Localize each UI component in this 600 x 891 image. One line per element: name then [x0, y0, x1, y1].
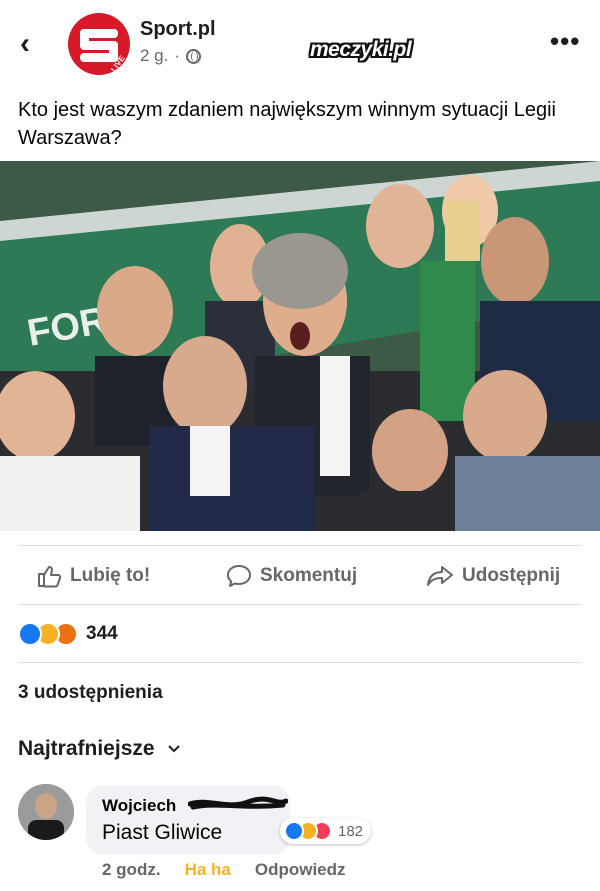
divider [18, 545, 582, 546]
redacted-name-scribble [188, 796, 288, 810]
comment-meta: 2 godz. Ha ha Odpowiedz [102, 860, 346, 880]
divider [18, 604, 582, 605]
comment-author[interactable]: Wojciech [102, 796, 176, 816]
comment-text: Piast Gliwice [102, 821, 223, 844]
back-arrow-icon[interactable]: ‹ [20, 24, 50, 64]
comment-label: Skomentuj [260, 565, 358, 586]
divider [18, 662, 582, 663]
chevron-down-icon [167, 745, 180, 753]
sort-label: Najtrafniejsze [18, 737, 155, 760]
share-label: Udostępnij [462, 565, 561, 586]
sport-logo-icon: LIVE [80, 29, 127, 74]
share-arrow-icon [427, 566, 453, 586]
post-meta: 2 g. · [140, 46, 202, 66]
post-time[interactable]: 2 g. [140, 46, 168, 66]
shares-count[interactable]: 3 udostępnienia [18, 682, 163, 704]
comment-button[interactable]: Skomentuj [226, 556, 357, 596]
comment-bubble-icon [227, 565, 251, 587]
post-actions-bar: Lubię to! Skomentuj Udostępnij [0, 556, 600, 596]
commenter-avatar[interactable] [18, 784, 74, 840]
comment-reaction-count: 182 [338, 822, 364, 840]
page-name-link[interactable]: Sport.pl [140, 18, 216, 41]
share-button[interactable]: Udostępnij [426, 556, 560, 596]
comments-sort-dropdown[interactable]: Najtrafniejsze [18, 737, 181, 761]
post-header: ‹ LIVE Sport.pl 2 g. · meczyki.pl ••• [0, 0, 600, 90]
watermark: meczyki.pl [310, 38, 412, 61]
thumbs-up-icon [38, 566, 62, 588]
post-text: Kto jest waszym zdaniem największym winn… [18, 99, 556, 149]
stadium-photo-illustration: FOR [0, 161, 600, 531]
like-button[interactable]: Lubię to! [36, 556, 150, 596]
reactions-summary[interactable]: 344 [18, 620, 118, 648]
globe-icon [186, 48, 202, 64]
haha-reaction-button[interactable]: Ha ha [185, 860, 231, 880]
like-reaction-icon [18, 622, 42, 646]
more-options-icon[interactable]: ••• [550, 26, 580, 57]
reply-button[interactable]: Odpowiedz [255, 860, 346, 880]
reaction-count: 344 [86, 623, 118, 644]
avatar-photo [18, 784, 74, 840]
like-reaction-icon [284, 821, 304, 841]
comment-time[interactable]: 2 godz. [102, 860, 161, 880]
page-avatar-logo[interactable]: LIVE [68, 13, 130, 75]
like-label: Lubię to! [70, 565, 151, 586]
comment-reactions[interactable]: 182 [280, 818, 372, 844]
post-photo[interactable]: FOR [0, 161, 600, 531]
meta-separator: · [174, 46, 181, 65]
